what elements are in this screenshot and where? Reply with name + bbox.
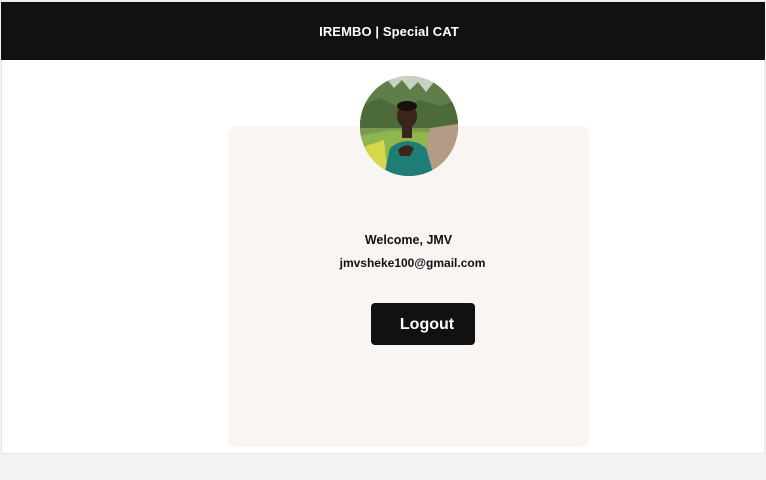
avatar (360, 76, 458, 176)
app-title: IREMBO | Special CAT (319, 23, 459, 39)
avatar-photo-icon (360, 76, 458, 176)
user-email: jmvsheke100@gmail.com (339, 256, 486, 270)
top-navbar: IREMBO | Special CAT (1, 2, 765, 60)
welcome-message: Welcome, JMV (364, 233, 453, 247)
logout-button[interactable]: Logout (371, 303, 475, 345)
